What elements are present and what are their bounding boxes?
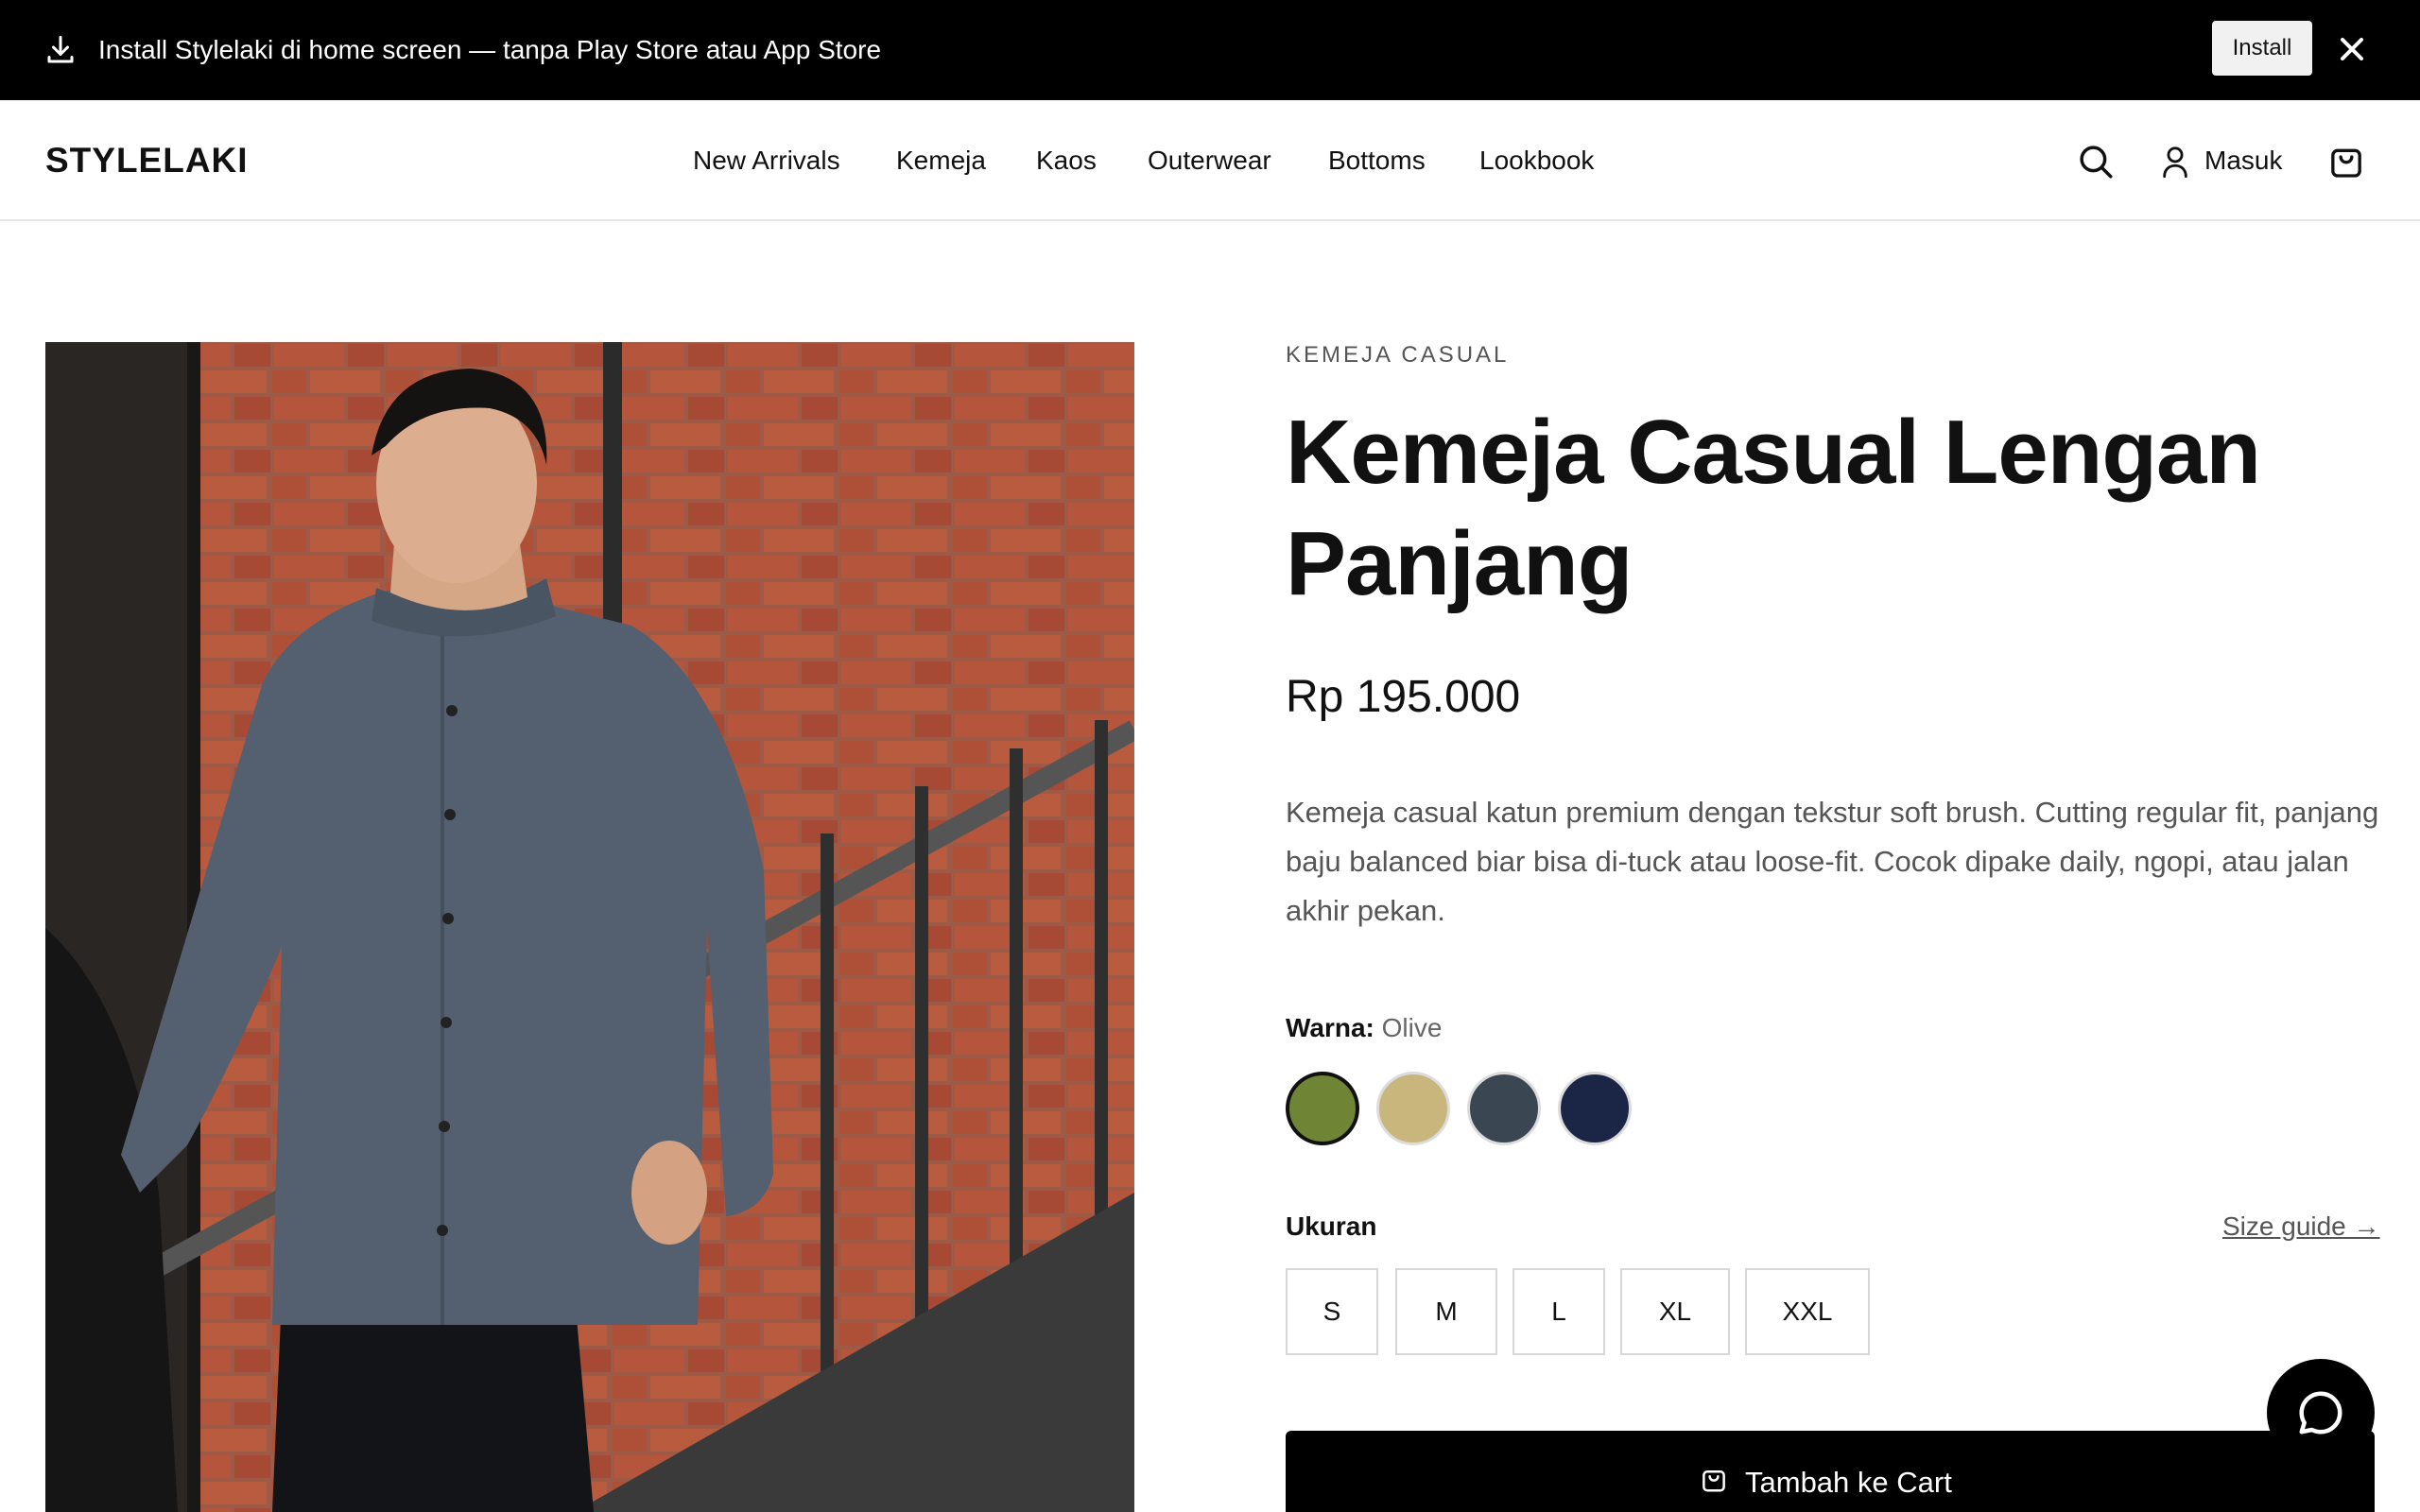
nav-lookbook[interactable]: Lookbook (1479, 100, 1594, 221)
product-description: Kemeja casual katun premium dengan tekst… (1286, 796, 2379, 927)
install-banner-text: Install Stylelaki di home screen — tanpa… (98, 35, 882, 64)
product-price: Rp 195.000 (1286, 672, 1521, 722)
chat-bubble-icon (2299, 1391, 2342, 1435)
user-icon (2163, 146, 2187, 178)
nav-bottoms[interactable]: Bottoms (1328, 100, 1426, 221)
install-banner: Install Stylelaki di home screen — tanpa… (0, 0, 2420, 100)
size-option-s[interactable]: S (1286, 1268, 1378, 1355)
login-link[interactable]: Masuk (2204, 100, 2282, 221)
install-button[interactable]: Install (2212, 21, 2312, 76)
size-guide-link[interactable]: Size guide → (2222, 1211, 2380, 1242)
nav-kaos[interactable]: Kaos (1036, 100, 1097, 221)
nav-kemeja[interactable]: Kemeja (896, 100, 986, 221)
add-to-cart-button[interactable]: Tambah ke Cart (1286, 1431, 2375, 1512)
search-icon[interactable] (2076, 142, 2116, 181)
download-icon (47, 36, 74, 63)
shopping-bag-icon (1703, 1470, 1725, 1492)
product-title: Kemeja Casual Lengan Panjang (1286, 402, 2261, 614)
color-swatch-charcoal[interactable] (1467, 1072, 1541, 1145)
selected-color-name: Olive (1381, 1013, 1443, 1042)
close-icon[interactable] (2333, 30, 2371, 68)
shopping-bag-icon[interactable] (2327, 142, 2365, 181)
product-category: KEMEJA CASUAL (1286, 342, 1510, 368)
size-option-m[interactable]: M (1395, 1268, 1497, 1355)
add-to-cart-label: Tambah ke Cart (1745, 1466, 1952, 1499)
chat-button[interactable] (2267, 1359, 2375, 1467)
color-label-text: Warna: (1286, 1013, 1374, 1042)
color-swatch-olive[interactable] (1286, 1072, 1359, 1145)
product-photo-illustration (45, 342, 1134, 1512)
nav-new-arrivals[interactable]: New Arrivals (693, 100, 840, 221)
site-header: STYLELAKI New Arrivals Kemeja Kaos Outer… (0, 100, 2420, 221)
product-image[interactable] (45, 342, 1134, 1512)
color-label: Warna: Olive (1286, 1013, 1442, 1043)
size-option-l[interactable]: L (1512, 1268, 1605, 1355)
nav-outerwear[interactable]: Outerwear (1148, 100, 1271, 221)
color-swatch-navy[interactable] (1558, 1072, 1632, 1145)
site-logo[interactable]: STYLELAKI (45, 100, 249, 221)
color-swatch-khaki[interactable] (1376, 1072, 1450, 1145)
size-option-xl[interactable]: XL (1620, 1268, 1730, 1355)
size-option-xxl[interactable]: XXL (1745, 1268, 1870, 1355)
size-label: Ukuran (1286, 1211, 1377, 1241)
